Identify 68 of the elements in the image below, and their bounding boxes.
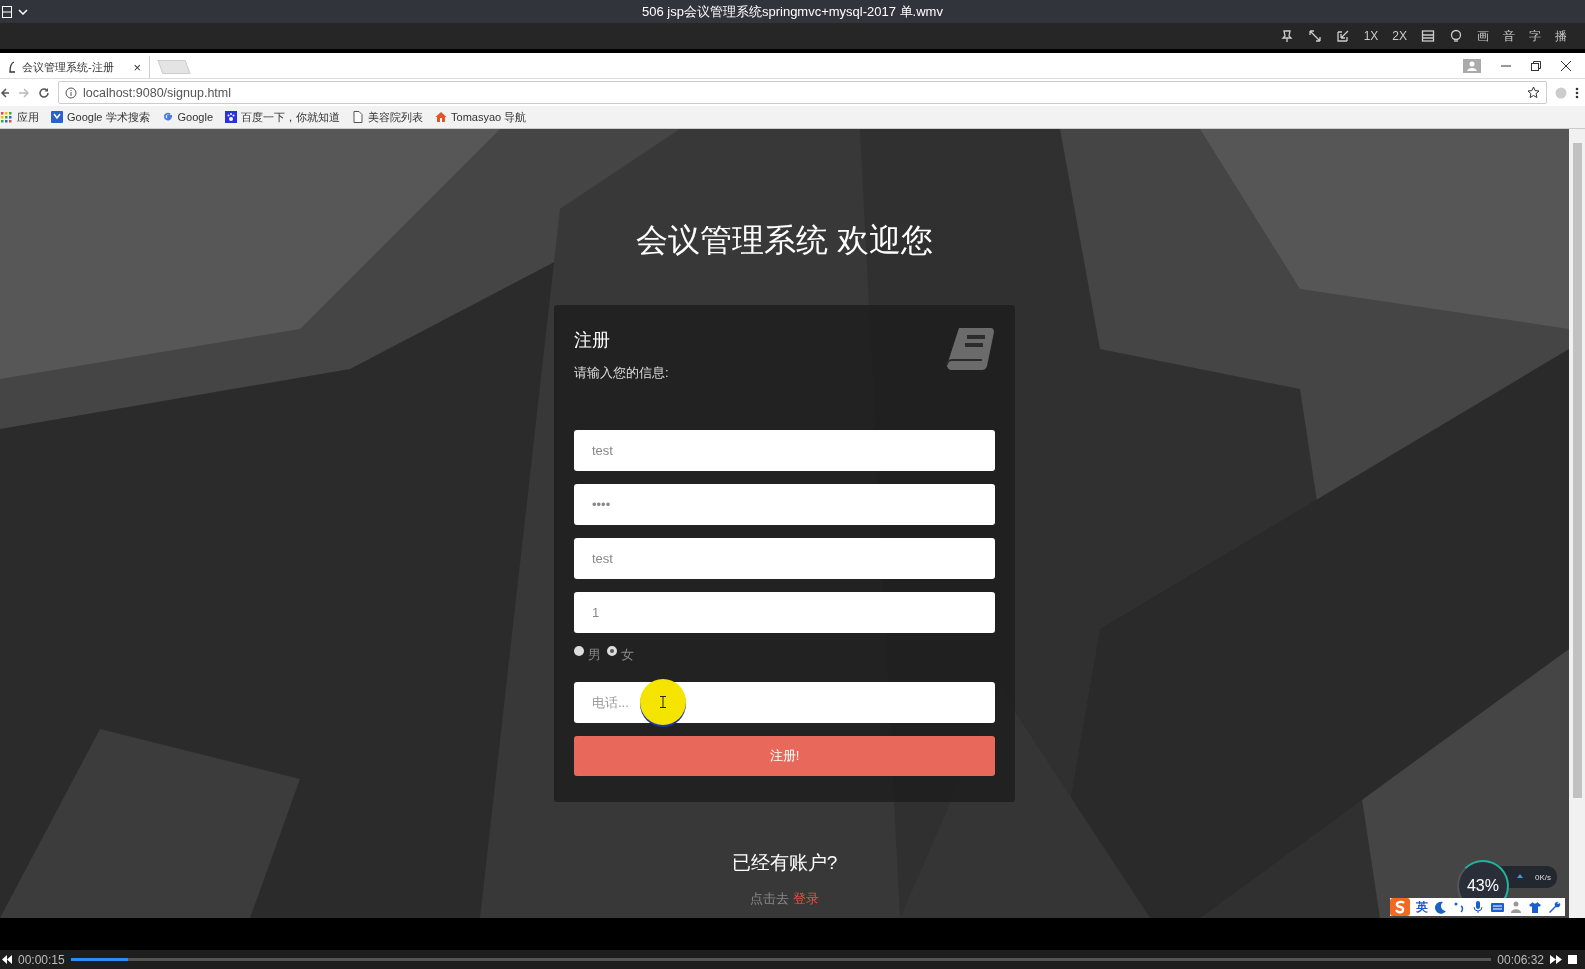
bulb-icon[interactable]: [1449, 29, 1463, 43]
bookmark[interactable]: Google 学术搜索: [51, 109, 150, 125]
total-time: 00:06:32: [1497, 952, 1544, 967]
rewind-icon[interactable]: [2, 955, 12, 964]
toolbar-button[interactable]: 1X: [1363, 29, 1379, 43]
upload-icon: [1517, 874, 1523, 880]
elapsed-time: 00:00:15: [18, 952, 65, 967]
fast-forward-icon[interactable]: [1550, 955, 1562, 964]
toolbar-button[interactable]: 音: [1503, 27, 1515, 45]
toolbar-button[interactable]: 播: [1555, 27, 1567, 45]
account-question: 已经有账户?: [731, 851, 838, 875]
ime-mode[interactable]: 英: [1416, 898, 1428, 916]
star-icon[interactable]: [1527, 86, 1540, 99]
close-icon[interactable]: [1561, 60, 1571, 71]
scrollbar[interactable]: [1569, 129, 1585, 918]
radio-label: 女: [621, 646, 634, 664]
layout-icon[interactable]: [2, 5, 12, 18]
menu-icon[interactable]: [1575, 86, 1579, 99]
input-field[interactable]: test: [574, 538, 995, 579]
wrench-icon[interactable]: [1548, 900, 1561, 914]
moon-icon[interactable]: [1434, 900, 1447, 914]
phone-field[interactable]: 电话...: [574, 682, 995, 723]
ime-logo-icon[interactable]: [1390, 898, 1410, 916]
input-field[interactable]: ••••: [574, 484, 995, 525]
document-icon: [352, 111, 364, 123]
radio-button[interactable]: [574, 646, 584, 656]
resize-icon[interactable]: [1335, 29, 1350, 43]
video-title: 506 jsp会议管理系统springmvc+mysql-2017 单.wmv: [642, 3, 943, 21]
pin-icon[interactable]: [1279, 29, 1294, 43]
bookmark[interactable]: Google: [161, 111, 213, 123]
bookmark[interactable]: 应用: [1, 109, 39, 125]
toolbar-button[interactable]: 字: [1529, 27, 1541, 45]
bookmark[interactable]: 百度一下，你就知道: [225, 109, 340, 125]
back-icon[interactable]: [0, 86, 10, 99]
reload-icon[interactable]: [38, 86, 50, 99]
toolbar-button[interactable]: 2X: [1392, 29, 1407, 43]
shirt-icon[interactable]: [1529, 900, 1542, 914]
punctuation-icon[interactable]: [1453, 900, 1466, 914]
person-icon[interactable]: [1510, 900, 1523, 914]
paw-icon: [225, 111, 237, 123]
radio-label: 男: [588, 646, 601, 664]
address-field[interactable]: localhost:9080/signup.html: [58, 81, 1547, 104]
bookmark-icon: [161, 111, 174, 123]
microphone-icon[interactable]: [1472, 900, 1485, 914]
list-icon[interactable]: [1421, 29, 1435, 43]
input-field[interactable]: test: [574, 430, 995, 471]
form-title: 注册: [574, 329, 611, 352]
bookmark[interactable]: 美容院列表: [352, 109, 423, 125]
bookmark-icon: [51, 111, 63, 123]
restore-icon[interactable]: [1531, 60, 1541, 71]
upload-speed: 0K/s: [1535, 872, 1551, 882]
bookmark[interactable]: Tomasyao 导航: [435, 109, 527, 125]
keyboard-icon[interactable]: [1491, 900, 1504, 914]
input-field[interactable]: 1: [574, 592, 995, 633]
text-cursor-icon: [660, 696, 666, 708]
info-icon: [65, 86, 77, 99]
form-subtitle: 请输入您的信息:: [574, 364, 669, 382]
page-heading: 会议管理系统 欢迎您: [636, 221, 933, 260]
caret-icon[interactable]: [18, 8, 28, 15]
expand-icon[interactable]: [1307, 29, 1322, 43]
toolbar-button[interactable]: 画: [1477, 27, 1489, 45]
close-tab-button[interactable]: ×: [133, 59, 141, 75]
radio-button[interactable]: [607, 646, 617, 656]
tab-title: 会议管理系统-注册: [22, 59, 115, 75]
scrollbar-thumb[interactable]: [1572, 143, 1582, 798]
house-icon: [435, 111, 447, 123]
login-prompt: 点击去 登录: [750, 890, 819, 908]
apps-icon: [1, 111, 13, 123]
